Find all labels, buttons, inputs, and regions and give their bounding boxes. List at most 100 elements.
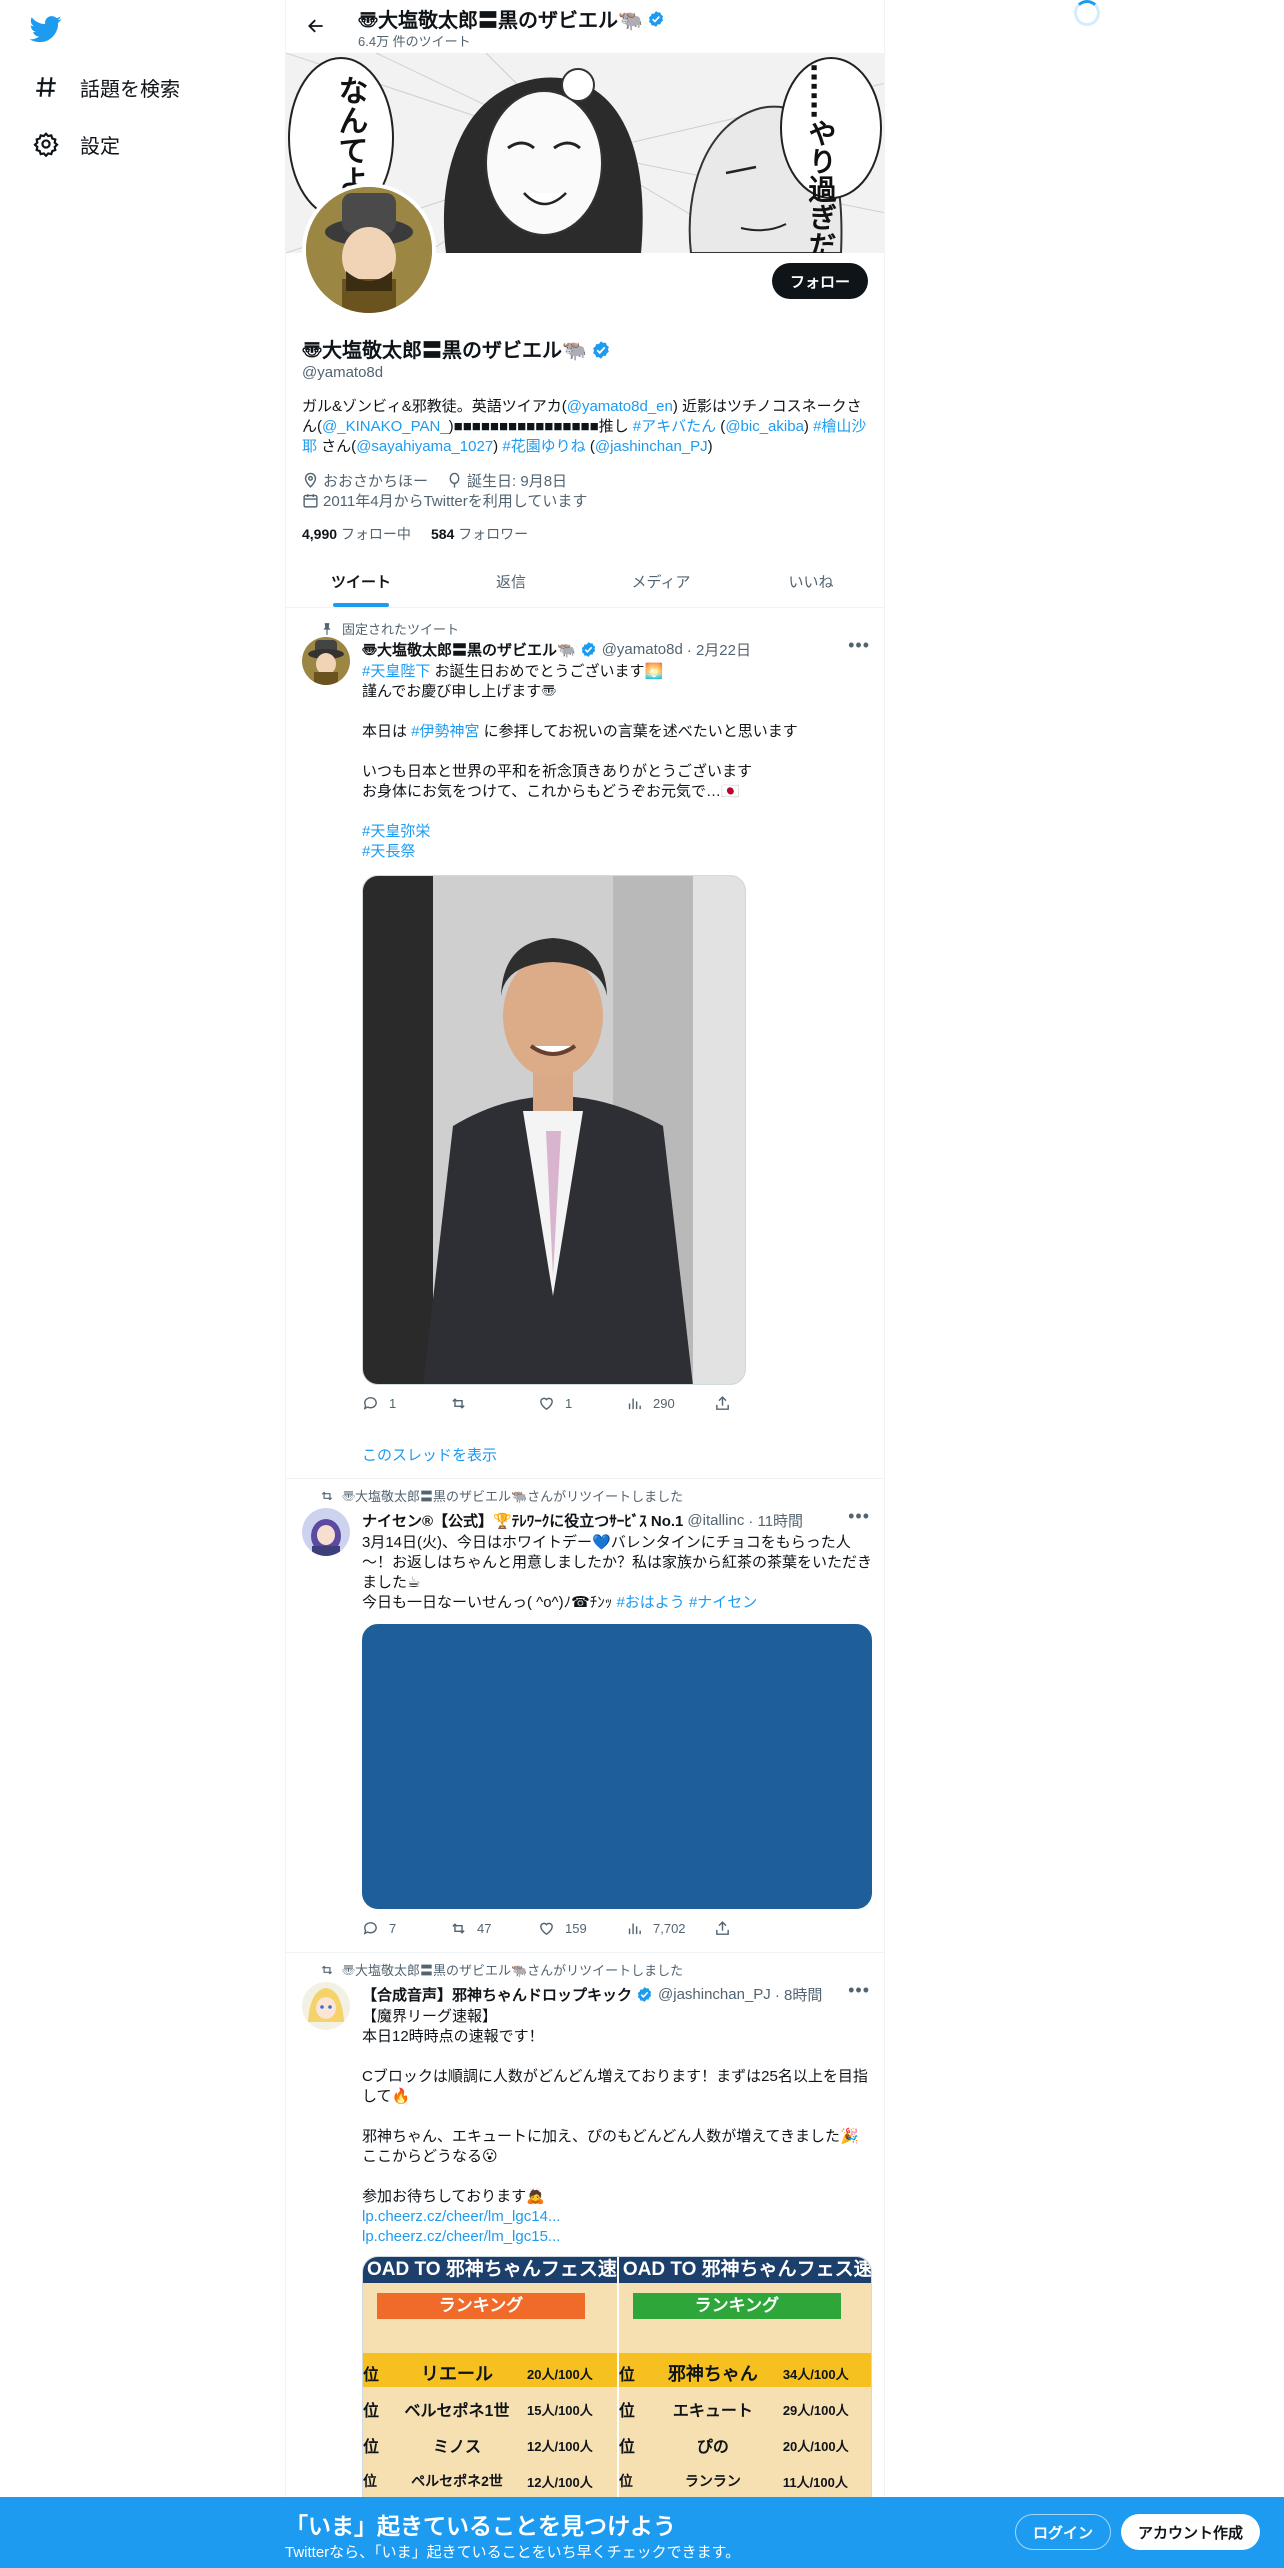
retweet-button[interactable]: 47	[450, 1920, 538, 1937]
ranking-row: 位 ペルセポネ2世 12人/100人	[363, 2463, 617, 2499]
pin-icon	[323, 622, 331, 635]
share-icon	[716, 1396, 729, 1410]
bio-link[interactable]: @yamato8d_en	[567, 398, 673, 415]
tweet-author-name[interactable]: 【合成音声】邪神ちゃんドロップキック	[362, 1984, 632, 2005]
views-button[interactable]: 7,702	[626, 1920, 714, 1937]
tweet-time[interactable]: · 8時間	[775, 1984, 823, 2005]
share-button[interactable]	[714, 1395, 802, 1412]
tab-replies[interactable]: 返信	[436, 555, 586, 607]
reply-button[interactable]: 7	[362, 1920, 450, 1937]
more-options-icon[interactable]: •••	[848, 635, 870, 656]
bio-link[interactable]: @jashinchan_PJ	[595, 438, 708, 455]
tweet-time[interactable]: · 2月22日	[687, 639, 751, 660]
tweet-line: 【魔界リーグ速報】	[362, 2008, 498, 2025]
tweet-line: 謹んでお慶び申し上げます〠	[362, 683, 557, 700]
location-text: おおさかちほー	[323, 473, 429, 490]
views-count: 7,702	[653, 1921, 686, 1936]
hashtag-link[interactable]: #伊勢神宮	[411, 723, 479, 740]
tweet-pinned[interactable]: 固定されたツイート 〠大塩敬太郎〓黒のザビエル🐃 @yamato8d · 2月2…	[286, 609, 884, 1479]
hashtag-link[interactable]: #おはよう	[616, 1594, 684, 1611]
login-button[interactable]: ログイン	[1015, 2514, 1112, 2550]
following-link[interactable]: 4,990 フォロー中	[302, 524, 411, 544]
tweet-author-name[interactable]: 〠大塩敬太郎〓黒のザビエル🐃	[362, 639, 576, 660]
tweet-retweet-naisen[interactable]: 〠大塩敬太郎〓黒のザビエル🐃さんがリツイートしました ナイセン®【公式】🏆ﾃﾚﾜ…	[286, 1480, 884, 1953]
tab-media[interactable]: メディア	[586, 555, 736, 607]
ranking-card-right[interactable]: OAD TO 邪神ちゃんフェス速 ランキング 位 邪神ちゃん 34人/100人 …	[618, 2257, 871, 2500]
hashtag-link[interactable]: #天皇弥栄	[362, 823, 430, 840]
bio-link[interactable]: @bic_akiba	[725, 418, 804, 435]
profile-name-text: 〠大塩敬太郎〓黒のザビエル🐃	[302, 340, 587, 362]
followers-count: 584	[430, 526, 455, 542]
bio-text: ガル&ゾンビィ&邪教徒。英語ツイアカ(	[302, 398, 567, 415]
retweet-icon	[321, 1965, 333, 1974]
tweet-line: 3月14日(火)、今日はホワイトデー💙バレンタインにチョコをもらった人～！お返し…	[362, 1534, 873, 1591]
profile-avatar[interactable]	[302, 183, 436, 317]
bio-link[interactable]: @_KINAKO_PAN_	[322, 418, 449, 435]
tweet-author-handle[interactable]: @itallinc	[687, 1512, 744, 1529]
follow-button[interactable]: フォロー	[771, 263, 868, 299]
tweet-photo[interactable]	[362, 875, 746, 1385]
tab-likes[interactable]: いいね	[736, 555, 884, 607]
retweet-button[interactable]	[450, 1395, 538, 1412]
ranking-name: ランラン	[684, 2473, 741, 2489]
tweet-line: お身体にお気をつけて、これからもどうぞお元気で…🇯🇵	[362, 783, 740, 800]
views-button[interactable]: 290	[626, 1395, 714, 1412]
bio-hashtag[interactable]: #アキバたん	[633, 418, 716, 435]
show-thread-link[interactable]: このスレッドを表示	[362, 1444, 497, 1465]
url-link[interactable]: lp.cheerz.cz/cheer/lm_lgc15...	[362, 2228, 560, 2245]
signup-banner: 「いま」起きていることを見つけよう Twitterなら、「いま」起きていることを…	[0, 2497, 1284, 2568]
tweet-media-blue[interactable]	[362, 1624, 872, 1909]
tab-tweets[interactable]: ツイート	[286, 555, 436, 607]
tweet-author-handle[interactable]: @jashinchan_PJ	[658, 1986, 771, 2003]
ranking-count: 12人/100人	[527, 2474, 593, 2490]
tweet-time[interactable]: · 11時間	[748, 1510, 803, 1531]
tweet-retweet-jashin[interactable]: 〠大塩敬太郎〓黒のザビエル🐃さんがリツイートしました 【合成音声】邪神ちゃんドロ…	[286, 1954, 884, 2500]
ranking-row: 位 ミノス 12人/100人	[363, 2427, 617, 2463]
retweet-icon	[452, 1398, 465, 1409]
ranking-count: 15人/100人	[527, 2402, 593, 2418]
bio-text: (	[585, 438, 595, 455]
nav-settings[interactable]: 設定	[28, 120, 120, 168]
ranking-row: 位 ベルセポネ1世 15人/100人	[363, 2391, 617, 2427]
hashtag-link[interactable]: #天長祭	[362, 843, 415, 860]
ranking-name: 邪神ちゃん	[667, 2364, 758, 2384]
url-link[interactable]: lp.cheerz.cz/cheer/lm_lgc14...	[362, 2208, 560, 2225]
tweet-header: 【合成音声】邪神ちゃんドロップキック @jashinchan_PJ · 8時間	[362, 1984, 872, 2005]
bio-link[interactable]: @sayahiyama_1027	[356, 438, 493, 455]
tweet-avatar[interactable]	[302, 1982, 350, 2030]
like-button[interactable]: 159	[538, 1920, 626, 1937]
tweet-author-name[interactable]: ナイセン®【公式】🏆ﾃﾚﾜｰｸに役立つｻｰﾋﾞｽ No.1	[362, 1510, 683, 1531]
retweet-label-text: 〠大塩敬太郎〓黒のザビエル🐃さんがリツイートしました	[342, 1489, 684, 1504]
hashtag-link[interactable]: #ナイセン	[685, 1594, 757, 1611]
ranking-card-left[interactable]: OAD TO 邪神ちゃんフェス速 ランキング 位 リエール 20人/100人 位…	[363, 2257, 617, 2500]
more-options-icon[interactable]: •••	[848, 1980, 870, 2001]
header-name-text: 〠大塩敬太郎〓黒のザビエル🐃	[358, 10, 643, 32]
share-button[interactable]	[714, 1920, 802, 1937]
tweet-avatar[interactable]	[302, 1508, 350, 1556]
ranking-cards[interactable]: OAD TO 邪神ちゃんフェス速 ランキング 位 リエール 20人/100人 位…	[362, 2256, 872, 2500]
reply-button[interactable]: 1	[362, 1395, 450, 1412]
tweet-text: #天皇陛下 お誕生日おめでとうございます🌅 謹んでお慶び申し上げます〠 本日は …	[362, 662, 872, 862]
twitter-logo-icon[interactable]	[29, 12, 66, 48]
bio-text: )■■■■■■■■■■■■■■■■推し	[448, 418, 633, 435]
location-pin-icon	[304, 472, 317, 488]
retweet-label: 〠大塩敬太郎〓黒のザビエル🐃さんがリツイートしました	[321, 1486, 684, 1505]
back-arrow-icon[interactable]	[298, 8, 334, 44]
hashtag-link[interactable]: #天皇陛下	[362, 663, 430, 680]
nav-explore[interactable]: 話題を検索	[28, 63, 180, 111]
signup-button[interactable]: アカウント作成	[1121, 2514, 1261, 2550]
followers-link[interactable]: 584 フォロワー	[431, 524, 528, 544]
more-options-icon[interactable]: •••	[848, 1506, 870, 1527]
tweet-author-handle[interactable]: @yamato8d	[602, 641, 683, 658]
retweet-icon	[321, 1491, 333, 1500]
tweet-line: 本日は	[362, 723, 412, 740]
ranking-row: 位 邪神ちゃん 34人/100人	[618, 2355, 871, 2391]
tweet-avatar[interactable]	[302, 637, 350, 685]
bio-hashtag[interactable]: #花園ゆりね	[502, 438, 585, 455]
verified-badge-icon	[591, 340, 609, 359]
ranking-rank: 位	[618, 2367, 635, 2384]
bio-text: さん(	[317, 438, 357, 455]
like-button[interactable]: 1	[538, 1395, 626, 1412]
nav-explore-label: 話題を検索	[80, 78, 180, 101]
ranking-count: 20人/100人	[527, 2366, 593, 2382]
